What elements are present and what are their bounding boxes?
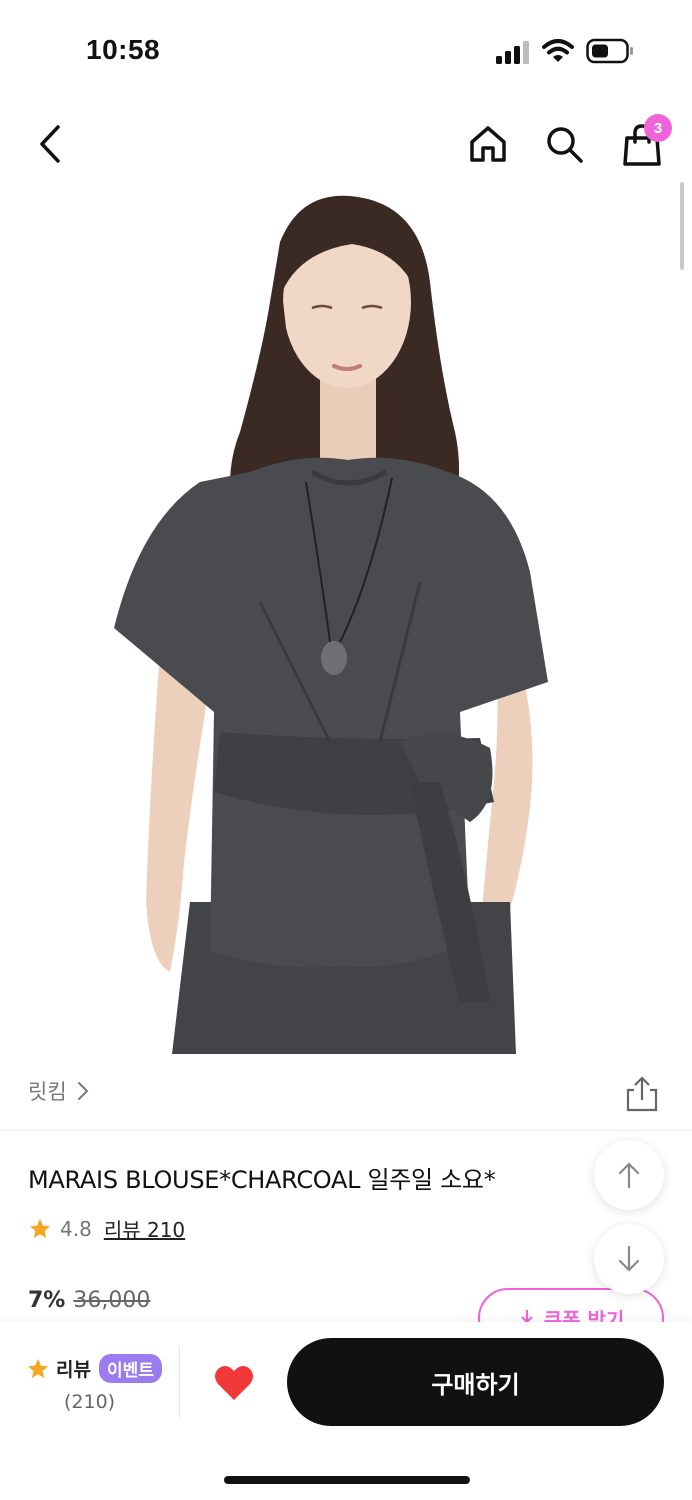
bottom-divider	[179, 1346, 180, 1418]
original-price: 36,000	[73, 1288, 151, 1313]
review-summary[interactable]: 리뷰 이벤트 (210)	[26, 1354, 176, 1413]
event-badge: 이벤트	[98, 1354, 162, 1383]
product-title: MARAIS BLOUSE*CHARCOAL 일주일 소요*	[28, 1166, 496, 1194]
product-image[interactable]	[0, 182, 692, 1054]
share-icon	[626, 1076, 658, 1112]
price-row: 7% 36,000	[28, 1288, 150, 1313]
share-button[interactable]	[622, 1074, 662, 1114]
rating-value: 4.8	[60, 1216, 92, 1241]
battery-icon	[586, 38, 633, 64]
scroll-down-button[interactable]	[594, 1224, 664, 1294]
star-icon	[30, 1218, 50, 1238]
status-bar: 10:58	[0, 0, 692, 100]
review-count: (210)	[64, 1391, 116, 1413]
back-button[interactable]	[28, 120, 72, 168]
bottom-action-bar: 리뷰 이벤트 (210) 구매하기	[0, 1322, 692, 1500]
brand-link[interactable]: 릿킴	[28, 1076, 89, 1106]
home-indicator	[224, 1476, 470, 1484]
search-button[interactable]	[542, 120, 586, 168]
review-label: 리뷰	[56, 1359, 91, 1381]
buy-button[interactable]: 구매하기	[287, 1338, 664, 1426]
review-link[interactable]: 리뷰 210	[104, 1214, 185, 1243]
heart-icon	[215, 1365, 253, 1400]
brand-row: 릿킴	[0, 1064, 692, 1130]
cart-count-badge: 3	[644, 114, 672, 142]
model-photo	[114, 195, 548, 1054]
arrow-down-icon	[618, 1245, 640, 1272]
discount-rate: 7%	[28, 1288, 66, 1313]
scroll-up-button[interactable]	[594, 1140, 664, 1210]
wishlist-button[interactable]	[210, 1358, 258, 1406]
arrow-up-icon	[618, 1162, 640, 1189]
search-icon	[547, 127, 583, 163]
star-icon	[28, 1358, 48, 1378]
scroll-indicator	[680, 182, 684, 270]
status-time: 10:58	[86, 34, 161, 65]
chevron-right-icon	[77, 1082, 89, 1100]
rating-row: 4.8 리뷰 210	[28, 1214, 185, 1243]
top-nav	[0, 110, 692, 180]
home-button[interactable]	[466, 120, 510, 168]
review-summary-line: 리뷰 이벤트	[26, 1354, 176, 1383]
chevron-left-icon	[40, 125, 60, 163]
wifi-icon	[542, 39, 574, 62]
section-divider	[0, 1130, 692, 1131]
brand-name: 릿킴	[28, 1080, 67, 1104]
home-icon	[470, 126, 506, 162]
signal-icon	[496, 41, 529, 64]
